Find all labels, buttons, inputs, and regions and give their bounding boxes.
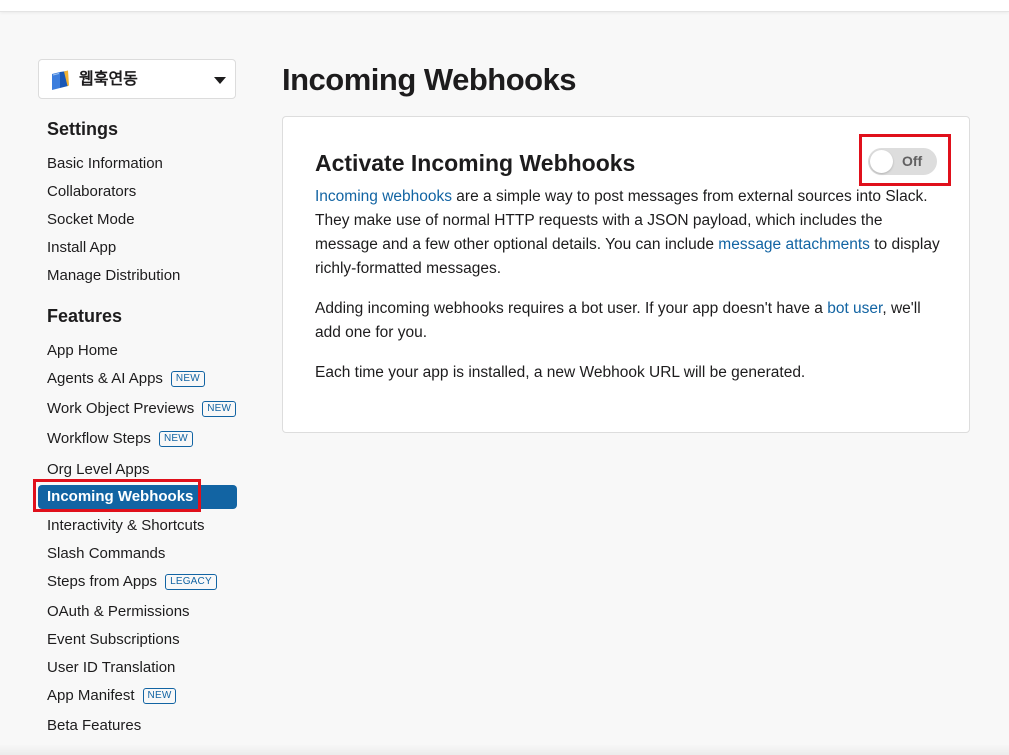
- sidebar-item-event-subscriptions[interactable]: Event Subscriptions: [47, 630, 180, 650]
- sidebar-item-socket-mode[interactable]: Socket Mode: [47, 210, 135, 230]
- description-paragraph-2: Adding incoming webhooks requires a bot …: [315, 297, 943, 345]
- highlight-box-nav: [33, 479, 201, 512]
- sidebar-item-collaborators[interactable]: Collaborators: [47, 182, 136, 202]
- sidebar-item-agents-ai-apps[interactable]: Agents & AI Apps NEW: [47, 369, 205, 389]
- sidebar-item-app-manifest[interactable]: App Manifest NEW: [47, 686, 177, 706]
- sidebar-item-label: App Home: [47, 342, 118, 359]
- sidebar-item-label: Interactivity & Shortcuts: [47, 517, 205, 534]
- sidebar-item-user-id-translation[interactable]: User ID Translation: [47, 658, 175, 678]
- new-badge: NEW: [142, 688, 177, 704]
- sidebar-item-label: Steps from Apps: [47, 573, 158, 590]
- sidebar-item-label: Slash Commands: [47, 545, 166, 562]
- settings-section-title: Settings: [47, 119, 119, 139]
- bottom-edge: [0, 744, 1009, 755]
- top-bar: [0, 0, 1009, 12]
- new-badge: NEW: [202, 401, 237, 417]
- sidebar-item-oauth-permissions[interactable]: OAuth & Permissions: [47, 602, 190, 622]
- highlight-box-toggle: [859, 134, 951, 186]
- sidebar-item-label: Install App: [47, 239, 117, 256]
- new-badge: NEW: [170, 371, 205, 387]
- sidebar-item-label: Socket Mode: [47, 211, 135, 228]
- chevron-down-icon: [214, 77, 226, 84]
- sidebar-item-org-level-apps[interactable]: Org Level Apps: [47, 460, 150, 480]
- sidebar-item-label: Manage Distribution: [47, 267, 181, 284]
- app-name: 웹훅연동: [79, 71, 138, 88]
- sidebar-item-label: OAuth & Permissions: [47, 603, 190, 620]
- sidebar-item-work-object-previews[interactable]: Work Object Previews NEW: [47, 399, 237, 419]
- sidebar-item-app-home[interactable]: App Home: [47, 341, 118, 361]
- incoming-webhooks-link[interactable]: Incoming webhooks: [315, 188, 452, 205]
- sidebar-item-label: Beta Features: [47, 717, 142, 734]
- sidebar-item-beta-features[interactable]: Beta Features: [47, 716, 141, 736]
- sidebar-item-label: Collaborators: [47, 183, 137, 200]
- sidebar-item-label: Basic Information: [47, 155, 163, 172]
- sidebar-item-label: Agents & AI Apps: [47, 370, 163, 387]
- app-selector-dropdown[interactable]: 웹훅연동: [38, 59, 236, 99]
- sidebar-item-label: Org Level Apps: [47, 461, 150, 478]
- page-title: Incoming Webhooks: [282, 62, 577, 97]
- sidebar-item-label: User ID Translation: [47, 659, 176, 676]
- sidebar-item-label: Work Object Previews: [47, 400, 195, 417]
- sidebar-item-interactivity-shortcuts[interactable]: Interactivity & Shortcuts: [47, 516, 205, 536]
- sidebar-item-basic-information[interactable]: Basic Information: [47, 154, 163, 174]
- description-paragraph-1: Incoming webhooks are a simple way to po…: [315, 185, 943, 281]
- message-attachments-link[interactable]: message attachments: [718, 236, 870, 253]
- sidebar-item-steps-from-apps[interactable]: Steps from Apps LEGACY: [47, 572, 217, 592]
- description-paragraph-3: Each time your app is installed, a new W…: [315, 361, 943, 385]
- book-icon: [49, 69, 71, 91]
- description-text: Adding incoming webhooks requires a bot …: [315, 300, 828, 317]
- sidebar-item-label: Workflow Steps: [47, 430, 151, 447]
- sidebar-item-label: Event Subscriptions: [47, 631, 180, 648]
- new-badge: NEW: [158, 431, 193, 447]
- features-section-title: Features: [47, 306, 123, 326]
- sidebar-item-manage-distribution[interactable]: Manage Distribution: [47, 266, 180, 286]
- card-description: Incoming webhooks are a simple way to po…: [315, 185, 943, 401]
- legacy-badge: LEGACY: [165, 574, 217, 590]
- sidebar-item-workflow-steps[interactable]: Workflow Steps NEW: [47, 429, 193, 449]
- bot-user-link[interactable]: bot user: [827, 300, 882, 317]
- sidebar-item-slash-commands[interactable]: Slash Commands: [47, 544, 165, 564]
- card-title: Activate Incoming Webhooks: [315, 150, 636, 176]
- sidebar-item-install-app[interactable]: Install App: [47, 238, 116, 258]
- description-text: Each time your app is installed, a new W…: [315, 364, 806, 381]
- sidebar-item-label: App Manifest: [47, 687, 135, 704]
